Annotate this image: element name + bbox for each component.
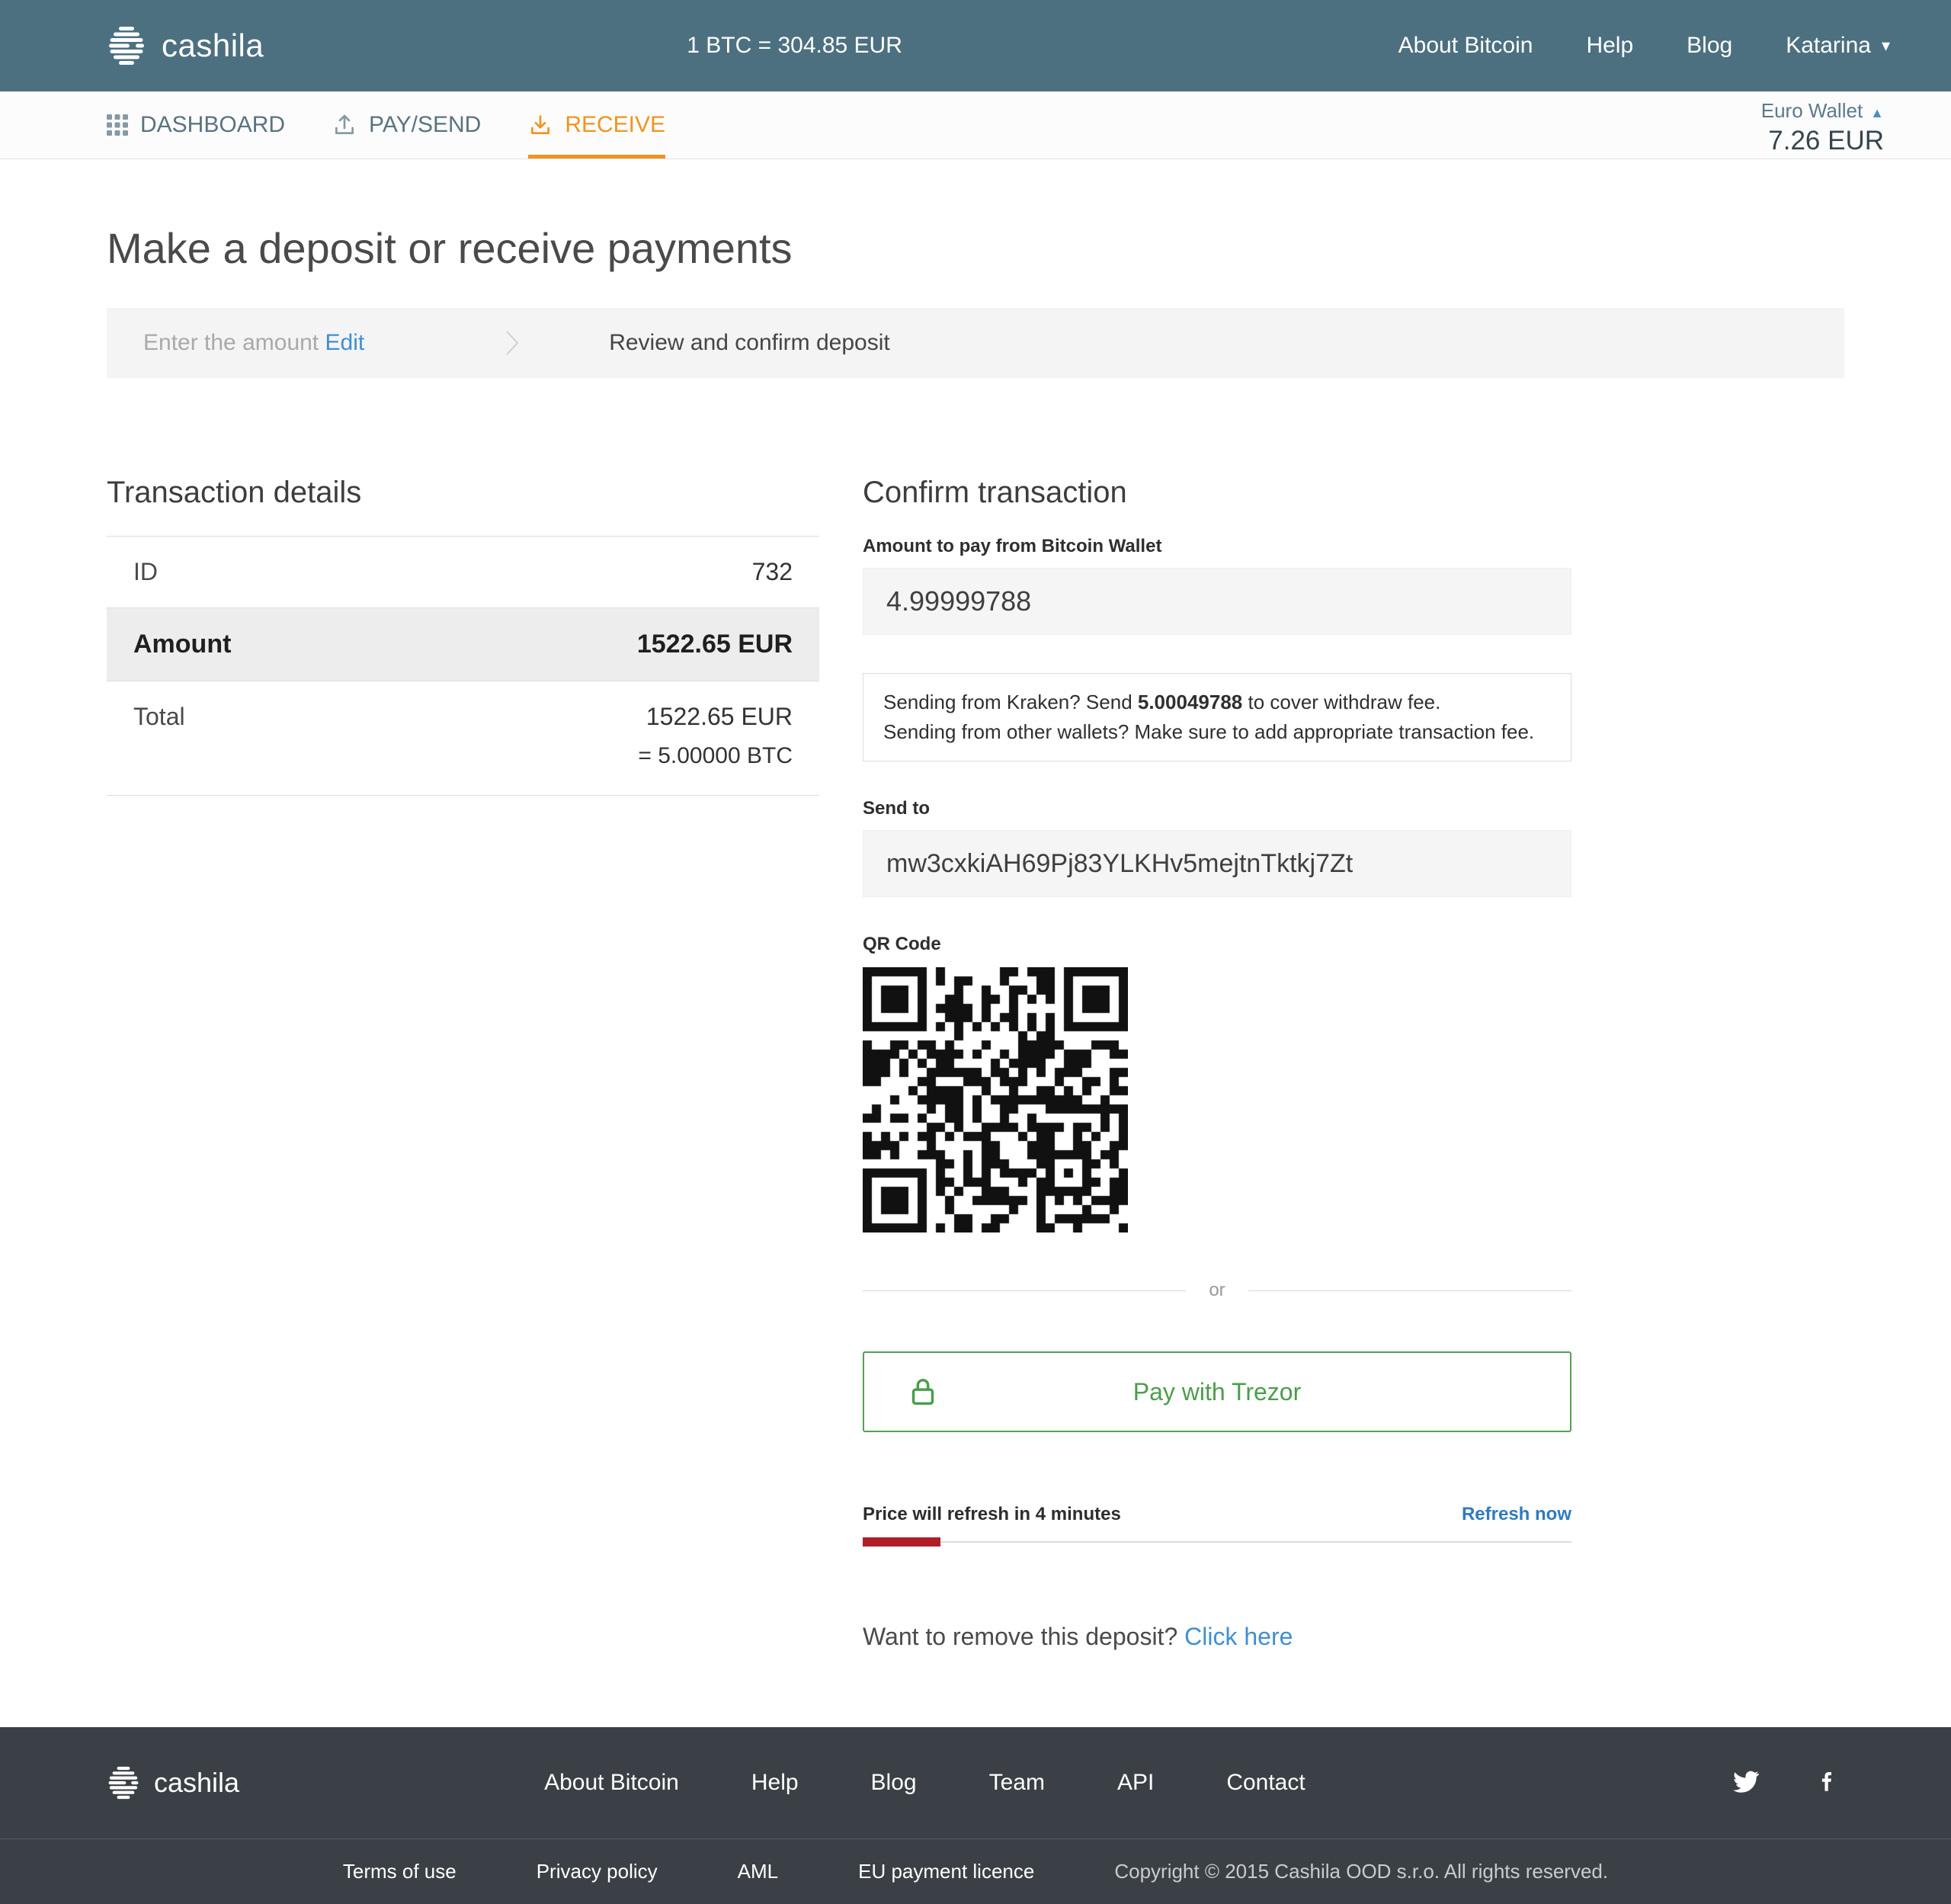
cashila-logo-icon bbox=[107, 1765, 140, 1800]
footer-nav-help[interactable]: Help bbox=[751, 1770, 799, 1796]
facebook-icon[interactable] bbox=[1815, 1768, 1840, 1798]
step1-label: Enter the amount bbox=[143, 330, 319, 355]
legal-aml-link[interactable]: AML bbox=[738, 1860, 778, 1883]
fee-notice-line1: Sending from Kraken? Send 5.00049788 to … bbox=[883, 688, 1551, 717]
footer-nav-api[interactable]: API bbox=[1117, 1770, 1154, 1796]
nav-help[interactable]: Help bbox=[1586, 33, 1633, 59]
legal-privacy-link[interactable]: Privacy policy bbox=[537, 1860, 658, 1883]
footer-legal: Terms of use Privacy policy AML EU payme… bbox=[0, 1838, 1951, 1904]
tab-receive[interactable]: RECEIVE bbox=[528, 91, 665, 159]
tab-dashboard-label: DASHBOARD bbox=[140, 112, 285, 138]
footer-nav: About Bitcoin Help Blog Team API Contact bbox=[544, 1770, 1305, 1796]
footer-nav-contact[interactable]: Contact bbox=[1226, 1770, 1305, 1796]
footer-nav-blog[interactable]: Blog bbox=[871, 1770, 917, 1796]
trezor-button-label: Pay with Trezor bbox=[1133, 1378, 1302, 1406]
page-footer: cashila About Bitcoin Help Blog Team API… bbox=[0, 1727, 1951, 1904]
legal-eu-licence-link[interactable]: EU payment licence bbox=[858, 1860, 1034, 1883]
user-menu[interactable]: Katarina ▾ bbox=[1786, 33, 1890, 59]
progress-fill bbox=[863, 1537, 940, 1547]
step-enter-amount: Enter the amount Edit bbox=[143, 330, 364, 356]
transaction-details-table: ID 732 Amount 1522.65 EUR Total 1522.65 … bbox=[107, 536, 819, 796]
or-text: or bbox=[1209, 1280, 1225, 1301]
wallet-label: Euro Wallet▲ bbox=[1761, 99, 1884, 123]
triangle-up-icon: ▲ bbox=[1870, 105, 1884, 120]
amount-value: 4.99999788 bbox=[886, 585, 1031, 617]
main-content: Make a deposit or receive payments Enter… bbox=[0, 223, 1951, 1727]
footer-social bbox=[1732, 1768, 1840, 1799]
qr-code-label: QR Code bbox=[863, 934, 1571, 955]
page-title: Make a deposit or receive payments bbox=[107, 223, 1844, 273]
remove-deposit-text: Want to remove this deposit? bbox=[863, 1623, 1177, 1650]
grid-icon bbox=[107, 114, 128, 136]
bitcoin-address: mw3cxkiAH69Pj83YLKHv5mejtnTktkj7Zt bbox=[886, 849, 1353, 879]
copyright-text: Copyright © 2015 Cashila OOD s.r.o. All … bbox=[1114, 1860, 1608, 1883]
amount-field[interactable]: 4.99999788 bbox=[863, 568, 1571, 635]
lock-icon bbox=[905, 1374, 940, 1409]
btc-rate: 1 BTC = 304.85 EUR bbox=[687, 33, 902, 59]
nav-about-bitcoin[interactable]: About Bitcoin bbox=[1398, 33, 1533, 59]
remove-deposit-row: Want to remove this deposit? Click here bbox=[863, 1623, 1571, 1651]
footer-brand-logo[interactable]: cashila bbox=[107, 1765, 239, 1800]
wallet-balance: 7.26 EUR bbox=[1761, 126, 1884, 156]
cashila-logo-icon bbox=[107, 25, 146, 66]
transaction-details-title: Transaction details bbox=[107, 476, 819, 510]
stepper: Enter the amount Edit Review and confirm… bbox=[107, 308, 1844, 378]
tab-pay-send-label: PAY/SEND bbox=[369, 112, 481, 138]
footer-brand-name: cashila bbox=[154, 1767, 239, 1799]
amount-to-pay-label: Amount to pay from Bitcoin Wallet bbox=[863, 536, 1571, 557]
progress-track bbox=[863, 1541, 1571, 1543]
confirm-transaction-title: Confirm transaction bbox=[863, 476, 1571, 510]
send-to-label: Send to bbox=[863, 798, 1571, 819]
tab-pay-send[interactable]: PAY/SEND bbox=[332, 91, 481, 159]
brand-name: cashila bbox=[162, 27, 264, 64]
top-header: cashila 1 BTC = 304.85 EUR About Bitcoin… bbox=[0, 0, 1951, 91]
refresh-countdown-text: Price will refresh in 4 minutes bbox=[863, 1504, 1121, 1525]
chevron-right-icon bbox=[505, 330, 519, 356]
address-field[interactable]: mw3cxkiAH69Pj83YLKHv5mejtnTktkj7Zt bbox=[863, 830, 1571, 897]
tab-dashboard[interactable]: DASHBOARD bbox=[107, 91, 285, 159]
legal-terms-link[interactable]: Terms of use bbox=[343, 1860, 457, 1883]
edit-step-link[interactable]: Edit bbox=[325, 330, 365, 355]
qr-code bbox=[863, 967, 1128, 1232]
top-nav: About Bitcoin Help Blog Katarina ▾ bbox=[1398, 33, 1890, 59]
user-name: Katarina bbox=[1786, 33, 1871, 59]
table-row-id: ID 732 bbox=[107, 537, 819, 608]
refresh-now-link[interactable]: Refresh now bbox=[1462, 1504, 1571, 1525]
main-nav: DASHBOARD PAY/SEND RECEIVE Euro Wallet▲ … bbox=[0, 91, 1951, 159]
fee-notice-line2: Sending from other wallets? Make sure to… bbox=[883, 717, 1551, 747]
table-row-total: Total 1522.65 EUR = 5.00000 BTC bbox=[107, 681, 819, 796]
refresh-progress-bar bbox=[863, 1537, 1571, 1547]
caret-down-icon: ▾ bbox=[1882, 36, 1890, 56]
footer-nav-team[interactable]: Team bbox=[989, 1770, 1045, 1796]
refresh-row: Price will refresh in 4 minutes Refresh … bbox=[863, 1504, 1571, 1525]
twitter-icon[interactable] bbox=[1732, 1768, 1760, 1799]
nav-blog[interactable]: Blog bbox=[1687, 33, 1732, 59]
footer-nav-about-bitcoin[interactable]: About Bitcoin bbox=[544, 1770, 679, 1796]
tab-receive-label: RECEIVE bbox=[565, 112, 665, 138]
transaction-details-panel: Transaction details ID 732 Amount 1522.6… bbox=[107, 476, 819, 1727]
pay-with-trezor-button[interactable]: Pay with Trezor bbox=[863, 1351, 1571, 1432]
remove-deposit-link[interactable]: Click here bbox=[1184, 1623, 1293, 1650]
fee-notice: Sending from Kraken? Send 5.00049788 to … bbox=[863, 673, 1571, 761]
brand-logo[interactable]: cashila bbox=[107, 25, 264, 66]
step-review-confirm: Review and confirm deposit bbox=[609, 330, 890, 356]
or-divider: or bbox=[863, 1280, 1571, 1301]
table-row-amount: Amount 1522.65 EUR bbox=[107, 608, 819, 681]
download-icon bbox=[528, 113, 553, 137]
nav-tabs: DASHBOARD PAY/SEND RECEIVE bbox=[107, 91, 713, 159]
upload-icon bbox=[332, 113, 357, 137]
confirm-transaction-panel: Confirm transaction Amount to pay from B… bbox=[863, 476, 1571, 1727]
wallet-summary[interactable]: Euro Wallet▲ 7.26 EUR bbox=[1761, 91, 1884, 159]
